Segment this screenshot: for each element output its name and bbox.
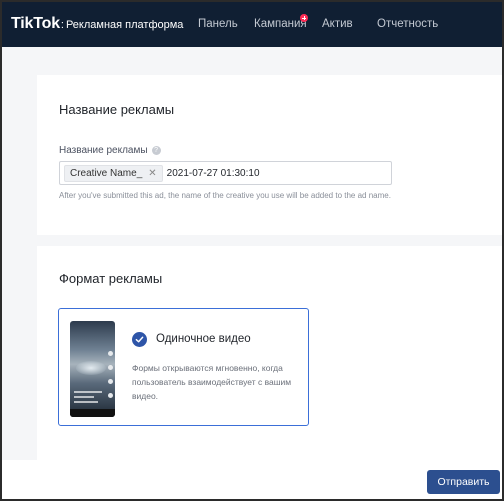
ad-name-section-title: Название рекламы (59, 102, 175, 117)
nav-item-assets[interactable]: Актив (322, 18, 353, 30)
nav-item-reporting[interactable]: Отчетность (377, 18, 438, 30)
platform-name: Рекламная платформа (65, 19, 184, 31)
logo-mark: TikTok (11, 15, 60, 32)
ad-name-input[interactable]: Creative Name_ ✕ 2021-07-27 01:30:10 (59, 161, 392, 185)
single-video-format-option[interactable]: Одиночное видео Формы открываются мгнове… (58, 308, 309, 426)
top-navigation-bar: TikTok : Рекламная платформа Панель Камп… (2, 2, 502, 47)
logo-separator: : (60, 19, 64, 31)
nav-item-campaign[interactable]: Кампания (254, 18, 307, 30)
ad-name-input-value[interactable]: 2021-07-27 01:30:10 (167, 168, 260, 179)
nav-item-dashboard[interactable]: Панель (198, 18, 238, 30)
format-option-description: Формы открываются мгновенно, когда польз… (132, 363, 292, 401)
ad-format-section-title: Формат рекламы (59, 271, 163, 286)
preview-caption-lines (74, 388, 102, 403)
campaign-add-badge-icon (300, 14, 308, 22)
ad-name-label-text: Название рекламы (59, 145, 148, 156)
format-option-title: Одиночное видео (156, 333, 251, 345)
creative-name-tag-label: Creative Name_ (70, 167, 143, 179)
ad-name-field-label: Название рекламы ? (59, 145, 161, 156)
selected-check-icon (132, 332, 147, 347)
creative-name-tag: Creative Name_ ✕ (64, 164, 163, 182)
app-window: TikTok : Рекламная платформа Панель Камп… (0, 0, 504, 501)
preview-glow (76, 361, 106, 375)
tag-close-icon[interactable]: ✕ (148, 168, 156, 179)
ad-name-card: Название рекламы Название рекламы ? Crea… (37, 75, 502, 235)
submit-button[interactable]: Отправить (427, 470, 500, 494)
help-icon[interactable]: ? (151, 146, 161, 155)
video-preview-thumbnail (70, 321, 115, 417)
ad-format-card: Формат рекламы Одиночное видео Формы отк… (37, 246, 502, 460)
preview-bottom-bar (70, 409, 115, 417)
preview-action-icons (108, 351, 113, 407)
tiktok-logo[interactable]: TikTok : Рекламная платформа (11, 15, 183, 33)
ad-name-hint: After you've submitted this ad, the name… (59, 191, 391, 200)
footer-bar: Отправить (2, 460, 502, 499)
